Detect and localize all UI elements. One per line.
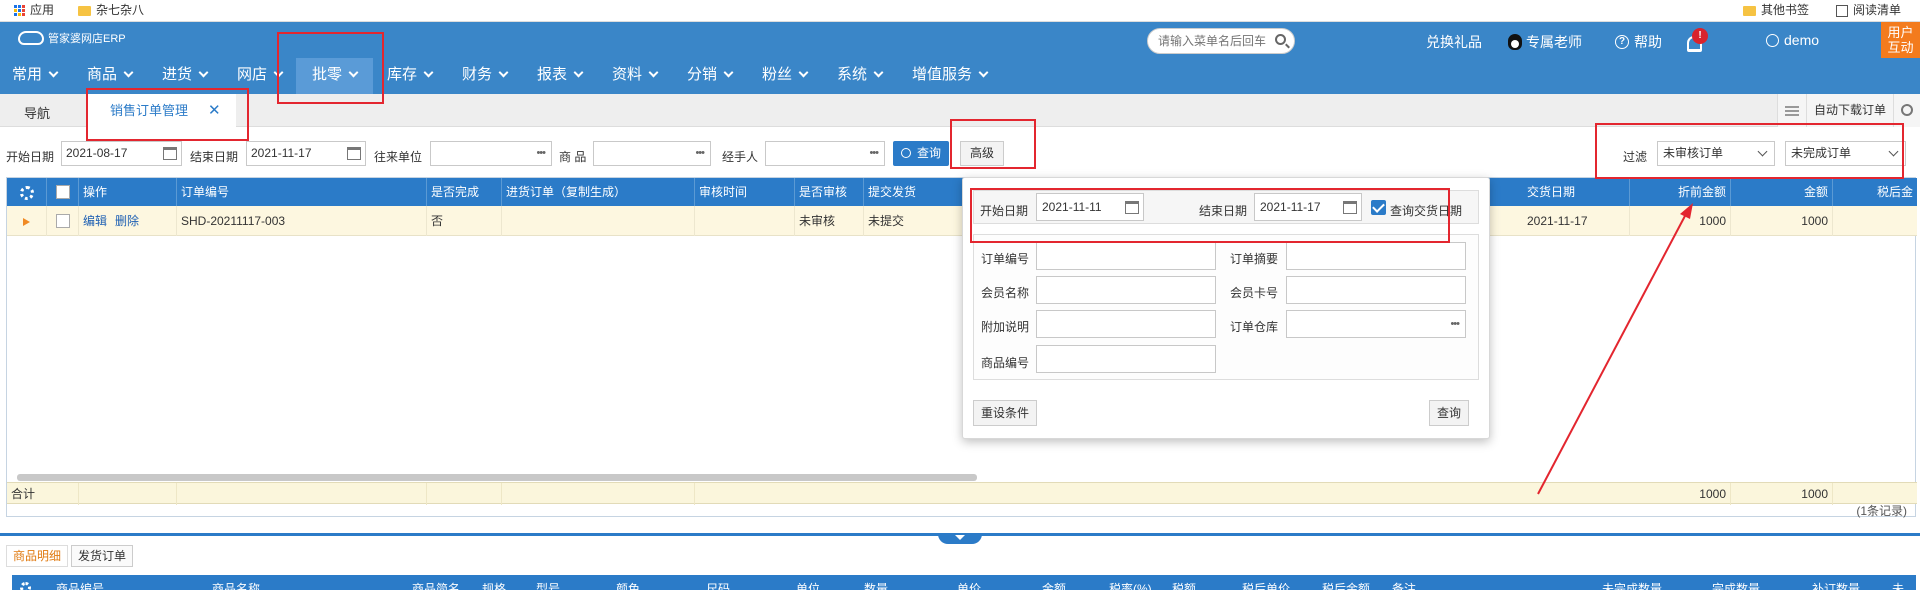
erp-window: { "bookmarks": {"apps": "应用", "folder1":… [0,0,1920,590]
arrow-head [1680,203,1693,219]
arrow-line [1537,213,1687,495]
annotation-arrow [1537,203,1693,495]
